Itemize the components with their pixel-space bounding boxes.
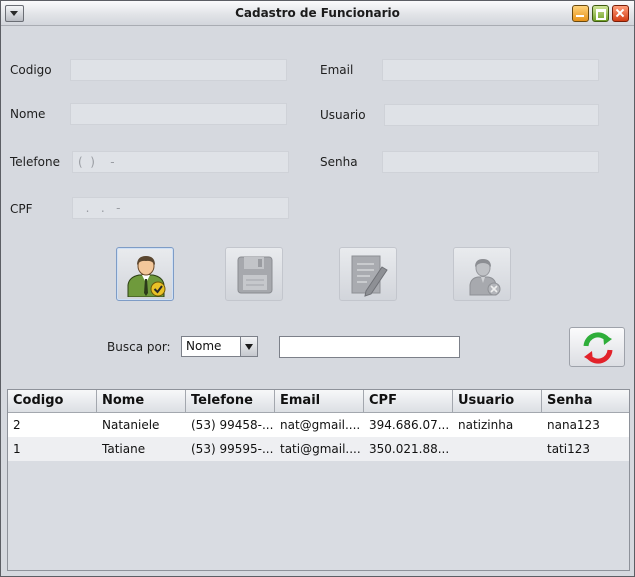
- column-header-senha[interactable]: Senha: [542, 390, 629, 412]
- column-header-email[interactable]: Email: [275, 390, 364, 412]
- remove-employee-icon: [469, 259, 501, 296]
- table-header: Codigo Nome Telefone Email CPF Usuario S…: [8, 390, 629, 413]
- cell-cpf: 394.686.07...: [369, 418, 450, 432]
- refresh-button[interactable]: [569, 327, 625, 367]
- chevron-down-icon[interactable]: [240, 337, 257, 356]
- minimize-icon[interactable]: [572, 5, 589, 22]
- maximize-icon[interactable]: [592, 5, 609, 22]
- search-field-select[interactable]: Nome: [181, 336, 258, 357]
- senha-label: Senha: [320, 155, 358, 169]
- cell-telefone: (53) 99458-...: [191, 418, 274, 432]
- cell-usuario: natizinha: [458, 418, 514, 432]
- email-field[interactable]: [382, 59, 599, 81]
- senha-field[interactable]: [382, 151, 599, 173]
- window-title: Cadastro de Funcionario: [235, 6, 400, 20]
- cpf-label: CPF: [10, 202, 33, 216]
- codigo-field[interactable]: [70, 59, 287, 81]
- refresh-arrows-icon: [583, 332, 613, 364]
- nome-label: Nome: [10, 107, 46, 121]
- cell-email: tati@gmail....: [280, 442, 361, 456]
- cell-usuario: [453, 437, 542, 461]
- cpf-field[interactable]: . . -: [72, 197, 289, 219]
- column-header-nome[interactable]: Nome: [97, 390, 186, 412]
- delete-employee-button[interactable]: [453, 247, 511, 301]
- title-bar[interactable]: Cadastro de Funcionario: [1, 1, 634, 26]
- cell-codigo: 1: [13, 442, 21, 456]
- cell-email: nat@gmail....: [280, 418, 361, 432]
- column-header-codigo[interactable]: Codigo: [8, 390, 97, 412]
- edit-document-icon: [351, 255, 388, 297]
- usuario-field[interactable]: [384, 104, 599, 126]
- cell-nome: Tatiane: [102, 442, 146, 456]
- employee-table[interactable]: Codigo Nome Telefone Email CPF Usuario S…: [7, 389, 630, 571]
- cell-codigo: 2: [13, 418, 21, 432]
- cell-senha: nana123: [547, 418, 600, 432]
- telefone-label: Telefone: [10, 155, 60, 169]
- email-label: Email: [320, 63, 354, 77]
- main-window: Cadastro de Funcionario Codigo Nome Tele…: [0, 0, 635, 577]
- search-input[interactable]: [279, 336, 460, 358]
- save-floppy-icon: [237, 256, 273, 294]
- cell-nome: Nataniele: [102, 418, 160, 432]
- column-header-usuario[interactable]: Usuario: [453, 390, 542, 412]
- nome-field[interactable]: [70, 103, 287, 125]
- edit-button[interactable]: [339, 247, 397, 301]
- codigo-label: Codigo: [10, 63, 52, 77]
- new-employee-button[interactable]: [116, 247, 174, 301]
- cell-telefone: (53) 99595-...: [191, 442, 274, 456]
- search-label: Busca por:: [107, 340, 171, 354]
- table-row[interactable]: 1 Tatiane (53) 99595-... tati@gmail.... …: [8, 437, 629, 461]
- telefone-field[interactable]: ( ) -: [72, 151, 289, 173]
- close-icon[interactable]: [612, 5, 629, 22]
- save-button[interactable]: [225, 247, 283, 301]
- add-employee-icon: [127, 256, 166, 297]
- table-row[interactable]: 2 Nataniele (53) 99458-... nat@gmail....…: [8, 413, 629, 437]
- cell-senha: tati123: [547, 442, 591, 456]
- column-header-telefone[interactable]: Telefone: [186, 390, 275, 412]
- usuario-label: Usuario: [320, 108, 366, 122]
- search-field-selected: Nome: [186, 339, 222, 353]
- column-header-cpf[interactable]: CPF: [364, 390, 453, 412]
- cell-cpf: 350.021.88...: [369, 442, 450, 456]
